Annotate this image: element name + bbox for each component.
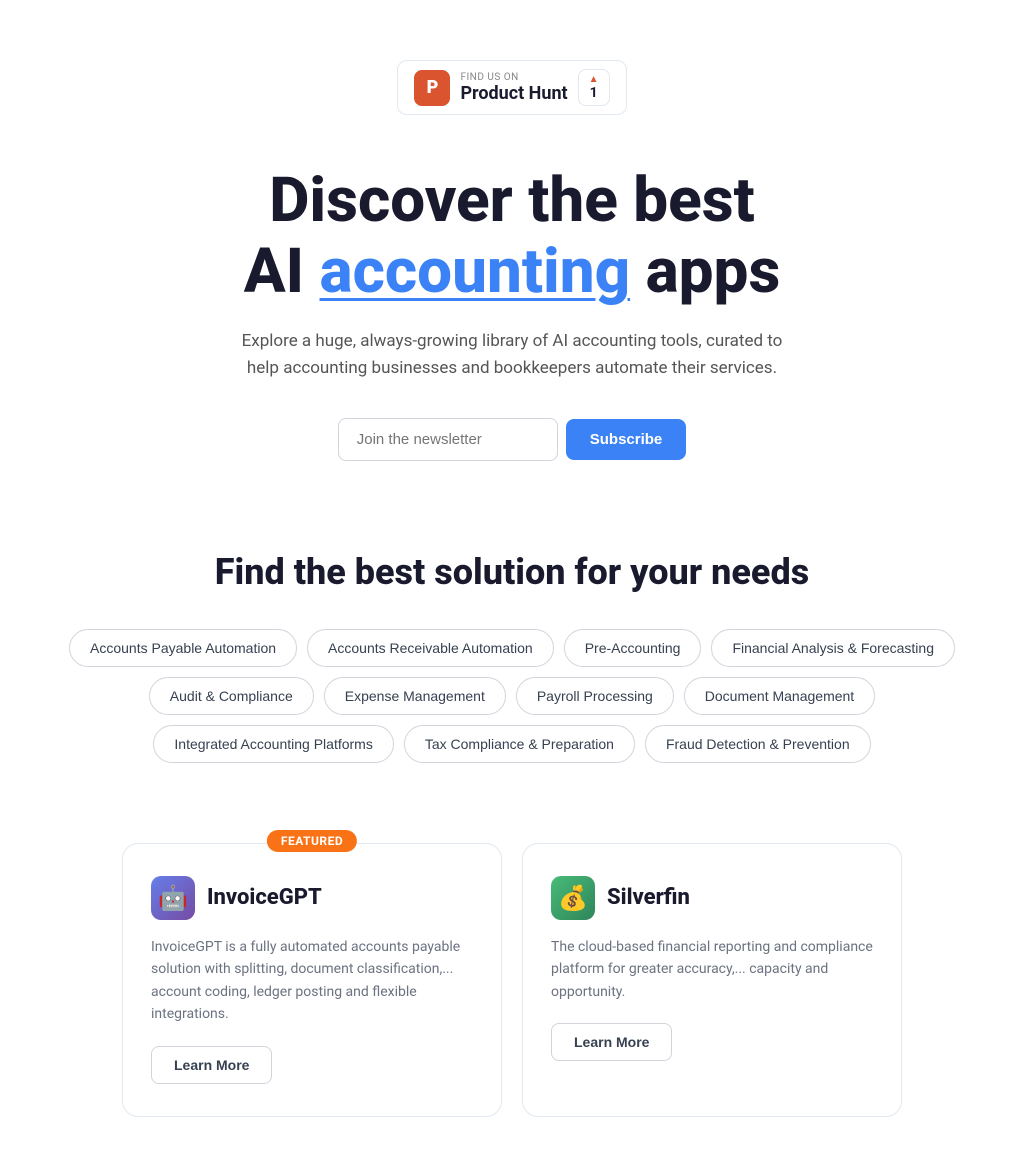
ph-text-block: FIND US ON Product Hunt xyxy=(460,72,567,104)
card-logo: 💰 xyxy=(551,876,595,920)
ph-vote-box[interactable]: ▲ 1 xyxy=(578,69,610,106)
hero-section: Discover the best AI accounting apps Exp… xyxy=(192,115,832,481)
newsletter-form: Subscribe xyxy=(232,418,792,461)
product-hunt-logo: P xyxy=(414,70,450,106)
tag-pill[interactable]: Audit & Compliance xyxy=(149,677,314,715)
card-cta-button[interactable]: Learn More xyxy=(551,1023,672,1061)
ph-name-label: Product Hunt xyxy=(460,83,567,104)
hero-title-ai: AI xyxy=(244,235,320,308)
ph-vote-count: 1 xyxy=(590,85,598,101)
card-header: 💰 Silverfin xyxy=(551,876,873,920)
tag-pill[interactable]: Payroll Processing xyxy=(516,677,674,715)
card-title: Silverfin xyxy=(607,885,690,910)
hero-title-line1: Discover the best xyxy=(269,164,755,237)
featured-badge: Featured xyxy=(267,830,357,852)
product-card: 💰 Silverfin The cloud-based financial re… xyxy=(522,843,902,1117)
ph-logo-letter: P xyxy=(427,77,439,98)
tag-pill[interactable]: Accounts Payable Automation xyxy=(69,629,297,667)
hero-title: Discover the best AI accounting apps xyxy=(232,165,792,308)
card-header: 🤖 InvoiceGPT xyxy=(151,876,473,920)
card-title: InvoiceGPT xyxy=(207,885,322,910)
hero-title-accounting: accounting xyxy=(320,235,631,308)
hero-subtitle: Explore a huge, always-growing library o… xyxy=(232,328,792,382)
tag-pill[interactable]: Document Management xyxy=(684,677,875,715)
tag-pill[interactable]: Expense Management xyxy=(324,677,506,715)
product-hunt-badge[interactable]: P FIND US ON Product Hunt ▲ 1 xyxy=(397,60,626,115)
subscribe-button[interactable]: Subscribe xyxy=(566,419,687,460)
solutions-title: Find the best solution for your needs xyxy=(40,551,984,593)
tag-pill[interactable]: Integrated Accounting Platforms xyxy=(153,725,393,763)
newsletter-input[interactable] xyxy=(338,418,558,461)
card-description: InvoiceGPT is a fully automated accounts… xyxy=(151,936,473,1026)
ph-arrow-icon: ▲ xyxy=(589,74,599,85)
tag-pill[interactable]: Accounts Receivable Automation xyxy=(307,629,554,667)
product-card: Featured 🤖 InvoiceGPT InvoiceGPT is a fu… xyxy=(122,843,502,1117)
tags-container: Accounts Payable Automation Accounts Rece… xyxy=(40,629,984,763)
card-description: The cloud-based financial reporting and … xyxy=(551,936,873,1003)
tag-pill[interactable]: Pre-Accounting xyxy=(564,629,702,667)
tag-pill[interactable]: Tax Compliance & Preparation xyxy=(404,725,635,763)
solutions-section: Find the best solution for your needs Ac… xyxy=(0,481,1024,823)
cards-section: Featured 🤖 InvoiceGPT InvoiceGPT is a fu… xyxy=(0,823,1024,1157)
tag-pill[interactable]: Financial Analysis & Forecasting xyxy=(711,629,955,667)
tag-pill[interactable]: Fraud Detection & Prevention xyxy=(645,725,871,763)
hero-title-apps: apps xyxy=(630,235,780,308)
ph-find-us-label: FIND US ON xyxy=(460,72,567,83)
card-cta-button[interactable]: Learn More xyxy=(151,1046,272,1084)
card-logo: 🤖 xyxy=(151,876,195,920)
